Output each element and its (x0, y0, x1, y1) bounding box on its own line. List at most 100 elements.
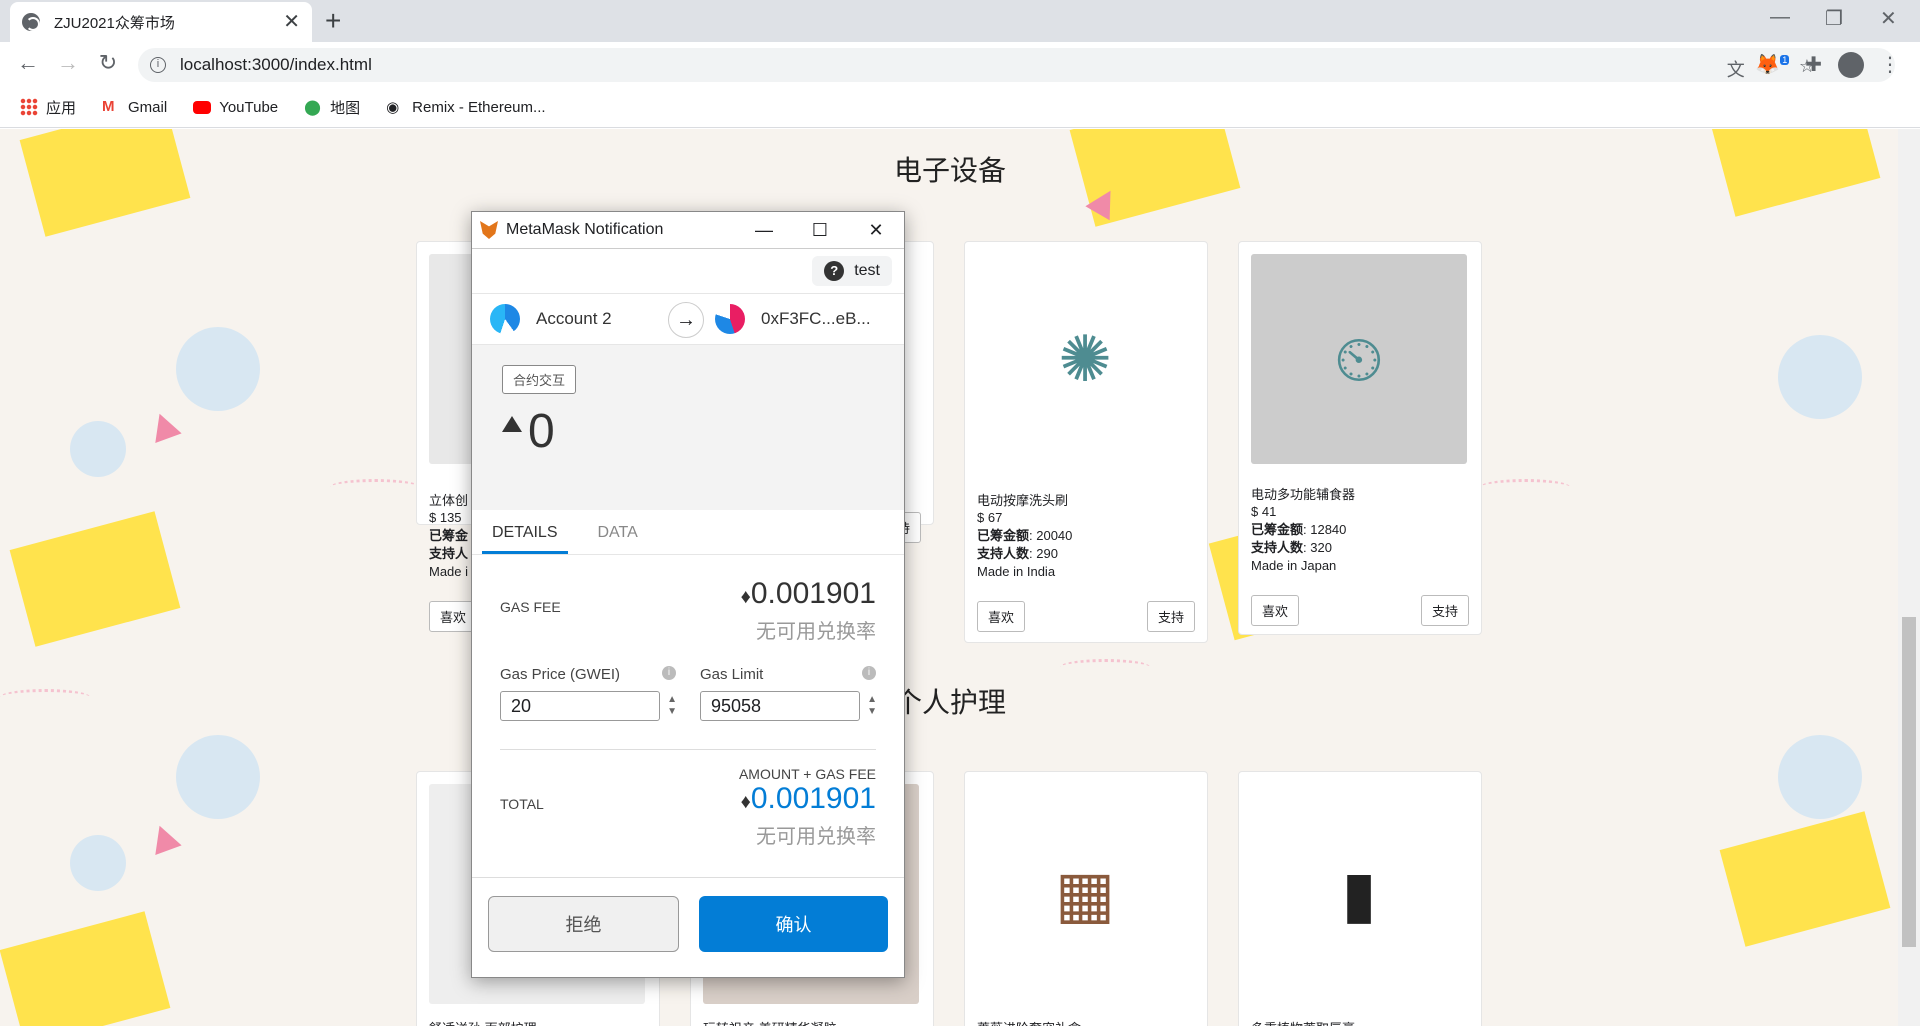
product-card: ⏲ 电动多功能辅食器 $ 41 已筹金额: 12840 支持人数: 320 Ma… (1238, 241, 1482, 635)
info-icon[interactable]: i (662, 666, 676, 680)
bookmark-gmail[interactable]: M Gmail (102, 98, 167, 116)
tab-data[interactable]: DATA (588, 510, 648, 554)
tab-details[interactable]: DETAILS (482, 510, 568, 554)
decor-shape (1480, 479, 1570, 495)
product-image: ▮ (1251, 784, 1467, 1004)
close-tab-icon[interactable]: ✕ (283, 12, 300, 32)
network-selector[interactable]: ? test (812, 256, 892, 286)
bookmark-label: Gmail (128, 98, 168, 116)
recipient-avatar (715, 304, 745, 334)
decor-shape (1778, 335, 1862, 419)
backers-label: 支持人 (429, 546, 469, 561)
arrow-right-icon: → (668, 302, 704, 338)
gmail-icon: M (102, 98, 115, 115)
info-icon[interactable]: i (862, 666, 876, 680)
reload-icon[interactable]: ↻ (94, 50, 122, 76)
raised-amount: : 12840 (1303, 522, 1347, 537)
like-button[interactable]: 喜欢 (1251, 595, 1300, 626)
maximize-icon[interactable]: ☐ (792, 220, 848, 241)
to-account[interactable]: 0xF3FC...eB... (679, 304, 904, 334)
total-value: 0.001901 (750, 782, 876, 815)
bookmark-label: Remix - Ethereum... (412, 98, 546, 116)
close-icon[interactable]: ✕ (848, 220, 904, 241)
total-label: TOTAL (500, 796, 544, 812)
from-account[interactable]: Account 2 (472, 304, 679, 334)
decor-shape (1060, 659, 1150, 675)
support-button[interactable]: 支持 (1146, 601, 1195, 632)
globe-icon (22, 13, 40, 31)
decor-shape (146, 408, 182, 444)
amount-gas-label: AMOUNT + GAS FEE (738, 766, 876, 782)
bookmark-label: 地图 (330, 99, 361, 117)
translate-icon[interactable]: 文 (1727, 56, 1745, 82)
stepper-arrows-icon[interactable]: ▲ ▼ (867, 694, 877, 718)
raised-label: 已筹金 (429, 528, 469, 543)
backers-label: 支持人数 (977, 546, 1030, 561)
bookmark-label: 应用 (46, 99, 77, 117)
decor-shape (70, 421, 126, 477)
apps-grid-icon (20, 98, 38, 116)
decor-shape (19, 129, 191, 237)
scroll-thumb[interactable] (1902, 617, 1916, 947)
bookmark-youtube[interactable]: YouTube (193, 99, 278, 116)
bookmarks-bar: 应用 M Gmail YouTube ⬤ 地图 ◉ Remix - Ethere… (0, 86, 1920, 128)
product-name: 舒适送孙 面部护理 (429, 1018, 647, 1026)
minimize-icon[interactable]: — (1770, 6, 1790, 29)
close-window-icon[interactable]: ✕ (1880, 6, 1897, 31)
product-image: ⏲ (1251, 254, 1467, 464)
product-price: $ 41 (1251, 504, 1277, 519)
gas-price-label: Gas Price (GWEI) (500, 666, 621, 683)
minimize-icon[interactable]: — (736, 220, 792, 241)
bookmark-remix[interactable]: ◉ Remix - Ethereum... (386, 98, 546, 117)
bookmark-apps[interactable]: 应用 (20, 97, 76, 118)
eth-icon: ♦ (740, 791, 751, 813)
reject-button[interactable]: 拒绝 (488, 896, 679, 952)
bookmark-maps[interactable]: ⬤ 地图 (304, 97, 360, 118)
decor-shape (0, 911, 171, 1026)
extension-badge: 1 (1780, 55, 1790, 66)
metamask-extension-icon[interactable]: 🦊 1 (1755, 52, 1790, 78)
backers-count: : 290 (1029, 546, 1058, 561)
raised-label: 已筹金额 (977, 528, 1030, 543)
details-panel: GAS FEE ♦0.001901 无可用兑换率 Gas Price (GWEI… (472, 555, 904, 849)
to-account-address: 0xF3FC...eB... (761, 309, 871, 328)
like-button[interactable]: 喜欢 (977, 601, 1026, 632)
profile-avatar[interactable] (1838, 52, 1864, 78)
decor-shape (146, 820, 182, 856)
product-card: ▦ 蔷薇进阶奢宠礼盒 (964, 771, 1208, 1026)
support-button[interactable]: 支持 (1420, 595, 1469, 626)
page-scrollbar[interactable] (1898, 129, 1920, 1026)
product-image: ✺ (977, 254, 1193, 464)
product-name: 多重植物萃取唇膏 (1251, 1018, 1469, 1026)
backers-label: 支持人数 (1251, 540, 1304, 555)
stepper-arrows-icon[interactable]: ▲ ▼ (667, 694, 677, 718)
extensions-puzzle-icon[interactable]: ✚ (1805, 52, 1822, 78)
total-fiat: 无可用兑换率 (756, 826, 876, 848)
gas-price-value: 20 (511, 695, 532, 716)
decor-shape (0, 689, 90, 705)
address-bar[interactable]: i localhost:3000/index.html 文 ⌕ ☆ (138, 48, 1895, 82)
network-name: test (854, 262, 880, 279)
page-content: 电子设备 个人护理 ▣ 立体创 $ 135 已筹金 支持人 Made i 喜欢 … (0, 129, 1898, 1026)
product-price: $ 67 (977, 510, 1003, 525)
browser-chrome: ZJU2021众筹市场 ✕ + — ❐ ✕ ← → ↻ i localhost:… (0, 0, 1920, 128)
gas-limit-input[interactable]: 95058 ▲ ▼ (700, 691, 877, 721)
like-button[interactable]: 喜欢 (429, 601, 478, 632)
back-icon[interactable]: ← (14, 50, 42, 76)
decor-shape (1778, 735, 1862, 819)
restore-icon[interactable]: ❐ (1825, 6, 1843, 31)
metamask-fox-icon (480, 221, 498, 239)
info-icon[interactable]: i (150, 57, 166, 73)
decor-shape (70, 835, 126, 891)
forward-icon[interactable]: → (54, 50, 82, 76)
backers-count: : 320 (1303, 540, 1332, 555)
browser-tab[interactable]: ZJU2021众筹市场 ✕ (10, 2, 312, 42)
menu-dots-icon[interactable]: ⋮ (1880, 52, 1900, 78)
tx-amount: 0 (528, 405, 555, 458)
gas-price-input[interactable]: 20 ▲ ▼ (500, 691, 677, 721)
decor-shape (330, 479, 420, 495)
confirm-button[interactable]: 确认 (699, 896, 888, 952)
map-pin-icon: ⬤ (304, 99, 321, 116)
new-tab-button[interactable]: + (325, 6, 341, 36)
details-tabs: DETAILS DATA (472, 510, 904, 555)
